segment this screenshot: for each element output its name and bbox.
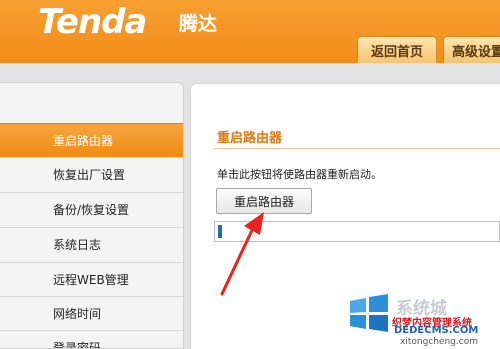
sidebar-item-network-time[interactable]: 网络时间 — [0, 296, 183, 330]
page-title: 重启路由器 — [217, 131, 283, 146]
sidebar-item-remote-web[interactable]: 远程WEB管理 — [0, 262, 183, 296]
reboot-description: 单击此按钮将使路由器重新启动。 — [217, 168, 382, 181]
windows-logo-icon — [350, 294, 388, 332]
sidebar-item-factory-reset[interactable]: 恢复出厂设置 — [0, 157, 183, 191]
sidebar-item-backup-restore[interactable]: 备份/恢复设置 — [0, 192, 183, 226]
watermark-line-2: DEDECMS.COM — [394, 325, 479, 336]
tenda-logo: Tenda — [38, 2, 147, 42]
red-arrow-annotation — [220, 212, 264, 296]
tab-home[interactable]: 返回首页 — [357, 36, 437, 63]
tenda-logo-cn: 腾达 — [179, 13, 218, 35]
sidebar: 重启路由器 恢复出厂设置 备份/恢复设置 系统日志 远程WEB管理 网络时间 登… — [0, 82, 184, 349]
title-divider — [214, 148, 500, 149]
sidebar-item-reboot[interactable]: 重启路由器 — [0, 123, 183, 157]
watermark-line-3: xitongcheng.com — [400, 337, 478, 347]
sidebar-item-system-log[interactable]: 系统日志 — [0, 227, 183, 261]
top-header: Tenda 腾达 返回首页 高级设置 — [0, 0, 500, 63]
tab-advanced-settings[interactable]: 高级设置 — [443, 36, 500, 63]
sidebar-item-login-password[interactable]: 登录密码 — [0, 330, 183, 348]
